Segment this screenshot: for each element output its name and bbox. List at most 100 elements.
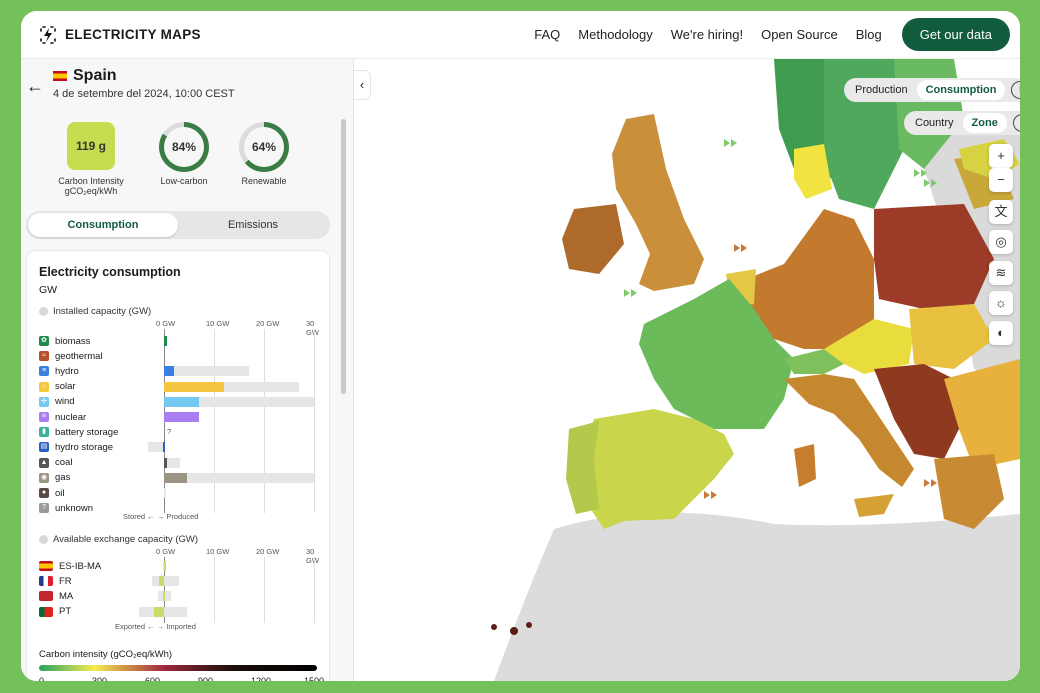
- exchange-capacity-toggle[interactable]: Available exchange capacity (GW): [39, 534, 198, 545]
- exchange-capacity-bar: [151, 576, 179, 587]
- collapse-panel-button[interactable]: ‹: [354, 70, 371, 100]
- europe-map[interactable]: [354, 59, 1020, 681]
- renewable-ring: 64%: [239, 122, 289, 172]
- low-carbon-metric: 84% Low-carbon: [139, 122, 229, 186]
- source-label: coal: [55, 457, 73, 469]
- consumption-option[interactable]: Consumption: [916, 80, 1006, 100]
- country-option[interactable]: Country: [906, 113, 963, 133]
- source-label: battery storage: [55, 426, 119, 438]
- hydro-storage-icon: ▤: [39, 442, 49, 453]
- installed-axis-tick: 20 GW: [256, 319, 280, 328]
- language-button[interactable]: 文: [989, 200, 1013, 224]
- get-data-button[interactable]: Get our data: [901, 18, 1010, 51]
- nav-faq[interactable]: FAQ: [534, 27, 560, 42]
- installed-gridline: [264, 329, 265, 513]
- source-label: wind: [55, 396, 75, 408]
- canary-island[interactable]: [526, 622, 532, 628]
- zone-option[interactable]: Zone: [962, 113, 1007, 133]
- source-row-hydro-storage: ▤ hydro storage: [39, 441, 113, 453]
- nav-hiring[interactable]: We're hiring!: [671, 27, 743, 42]
- production-bar: [164, 381, 224, 392]
- source-row-wind: ✣ wind: [39, 396, 75, 408]
- production-bar: [164, 412, 199, 422]
- production-option[interactable]: Production: [846, 80, 917, 100]
- es-flag-icon: [39, 561, 53, 571]
- uk-region[interactable]: [612, 114, 704, 291]
- installed-capacity-toggle[interactable]: Installed capacity (GW): [39, 306, 151, 317]
- logo-text: ELECTRICITY MAPS: [65, 27, 201, 42]
- panel-scrollbar[interactable]: [341, 119, 346, 394]
- low-carbon-ring: 84%: [159, 122, 209, 172]
- legend-tick: 300: [92, 676, 108, 681]
- source-row-hydro: ≡ hydro: [39, 365, 79, 377]
- source-row-biomass: ✿ biomass: [39, 335, 90, 347]
- canary-island[interactable]: [491, 624, 497, 630]
- source-label: nuclear: [55, 411, 87, 423]
- zone-title: Spain: [53, 67, 117, 85]
- exchange-capacity-dot: [39, 535, 48, 544]
- oil-icon: ●: [39, 488, 49, 498]
- portugal-region[interactable]: [566, 421, 599, 514]
- source-label: unknown: [55, 502, 94, 514]
- capacity-bar: [164, 488, 166, 498]
- tab-emissions[interactable]: Emissions: [178, 213, 328, 237]
- source-label: oil: [55, 487, 65, 499]
- source-label: geothermal: [55, 350, 103, 362]
- exchange-row-MA: MA: [39, 590, 73, 602]
- exchange-axis-tick: 10 GW: [206, 547, 230, 556]
- zone-name: Spain: [73, 67, 117, 84]
- top-navigation: ELECTRICITY MAPS FAQ Methodology We're h…: [21, 11, 1020, 59]
- exchange-label: PT: [59, 606, 72, 618]
- exchange-axis-tick: 20 GW: [256, 547, 280, 556]
- source-row-oil: ● oil: [39, 487, 65, 499]
- hide-layer-button[interactable]: ◎: [989, 230, 1013, 254]
- renewable-metric: 64% Renewable: [219, 122, 309, 186]
- legend-tick: 600: [145, 676, 161, 681]
- back-arrow-icon[interactable]: ←: [26, 76, 44, 97]
- carbon-intensity-metric: 119 g Carbon Intensity gCO₂eq/kWh: [46, 122, 136, 196]
- romania-region[interactable]: [944, 359, 1020, 469]
- nav-methodology[interactable]: Methodology: [578, 27, 652, 42]
- logo[interactable]: ELECTRICITY MAPS: [38, 25, 201, 45]
- capacity-bar: [164, 472, 314, 483]
- source-label: hydro: [55, 365, 79, 377]
- production-bar: [164, 336, 167, 346]
- source-label: gas: [55, 472, 71, 484]
- nav-links: FAQ Methodology We're hiring! Open Sourc…: [534, 18, 1010, 51]
- source-label: biomass: [55, 335, 91, 347]
- source-row-unknown: ? unknown: [39, 502, 93, 514]
- source-row-solar: ☼ solar: [39, 381, 76, 393]
- wind-icon: ✣: [39, 396, 49, 407]
- hydro-icon: ≡: [39, 366, 49, 377]
- consumption-card: Electricity consumption GW Installed cap…: [26, 250, 330, 681]
- source-row-battery-storage: ▮ battery storage: [39, 426, 118, 438]
- nav-open-source[interactable]: Open Source: [761, 27, 838, 42]
- zoom-in-button[interactable]: +: [989, 144, 1013, 168]
- sicily-region[interactable]: [854, 494, 894, 517]
- zoom-out-button[interactable]: −: [989, 168, 1013, 192]
- ireland-region[interactable]: [562, 204, 624, 274]
- installed-gridline: [314, 329, 315, 513]
- theme-button[interactable]: ◐: [989, 321, 1013, 345]
- exchange-label: ES-IB-MA: [59, 560, 102, 572]
- atom-icon: ⚛: [39, 412, 49, 422]
- sun-icon: ☼: [39, 381, 49, 392]
- nav-blog[interactable]: Blog: [856, 27, 882, 42]
- carbon-intensity-legend-bar: [39, 665, 317, 671]
- wind-layer-button[interactable]: ≋: [989, 261, 1013, 285]
- solar-layer-button[interactable]: ☼: [989, 291, 1013, 315]
- info-icon[interactable]: i: [1012, 114, 1020, 132]
- question-icon: ?: [39, 503, 49, 514]
- exchange-capacity-label: Available exchange capacity (GW): [53, 534, 199, 545]
- exchange-label: FR: [59, 575, 72, 587]
- canary-island[interactable]: [510, 627, 518, 635]
- exchange-bar: [159, 576, 164, 587]
- map[interactable]: Production Consumption i Country Zone i …: [354, 59, 1020, 681]
- sardinia-region[interactable]: [794, 444, 816, 487]
- production-bar: [164, 366, 174, 377]
- legend-tick: 900: [198, 676, 214, 681]
- zone-datetime: 4 de setembre del 2024, 10:00 CEST: [53, 88, 235, 100]
- exported-imported-caption: Exported ← → Imported: [115, 622, 196, 631]
- info-icon[interactable]: i: [1011, 81, 1020, 99]
- tab-consumption[interactable]: Consumption: [28, 213, 178, 237]
